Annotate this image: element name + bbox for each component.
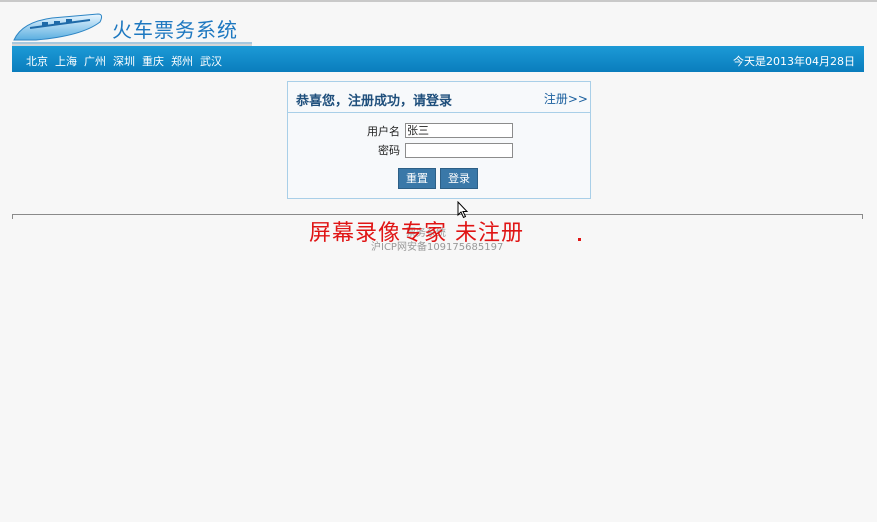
window-top-border (0, 0, 877, 2)
password-label: 密码 (378, 144, 400, 157)
watermark-dot (578, 238, 581, 241)
password-input[interactable] (405, 143, 513, 158)
username-label: 用户名 (367, 125, 400, 138)
city-link-zhengzhou[interactable]: 郑州 (171, 53, 193, 69)
current-date: 今天是2013年04月28日 (733, 55, 855, 68)
divider-tick-right (862, 214, 863, 219)
site-title: 火车票务系统 (112, 18, 238, 42)
recorder-watermark: 屏幕录像专家 未注册 (309, 221, 524, 246)
city-link-beijing[interactable]: 北京 (26, 53, 48, 69)
username-input[interactable]: 张三 (405, 123, 513, 138)
login-panel: 恭喜您，注册成功，请登录 注册>> 用户名 张三 密码 重置 登录 (287, 81, 591, 199)
nav-bar: 北京 上海 广州 深圳 重庆 郑州 武汉 今天是2013年04月28日 (12, 46, 864, 72)
divider-tick-left (12, 214, 13, 219)
register-link[interactable]: 注册>> (544, 90, 588, 107)
login-panel-header: 恭喜您，注册成功，请登录 注册>> (288, 82, 590, 113)
city-link-chongqing[interactable]: 重庆 (142, 53, 164, 69)
city-link-guangzhou[interactable]: 广州 (84, 53, 106, 69)
login-success-message: 恭喜您，注册成功，请登录 (296, 94, 453, 109)
login-button[interactable]: 登录 (440, 168, 478, 189)
city-link-shenzhen[interactable]: 深圳 (113, 53, 135, 69)
city-link-shanghai[interactable]: 上海 (55, 53, 77, 69)
mouse-pointer-icon (457, 201, 469, 219)
city-links: 北京 上海 广州 深圳 重庆 郑州 武汉 (26, 53, 222, 69)
reset-button[interactable]: 重置 (398, 168, 436, 189)
city-link-wuhan[interactable]: 武汉 (200, 53, 222, 69)
